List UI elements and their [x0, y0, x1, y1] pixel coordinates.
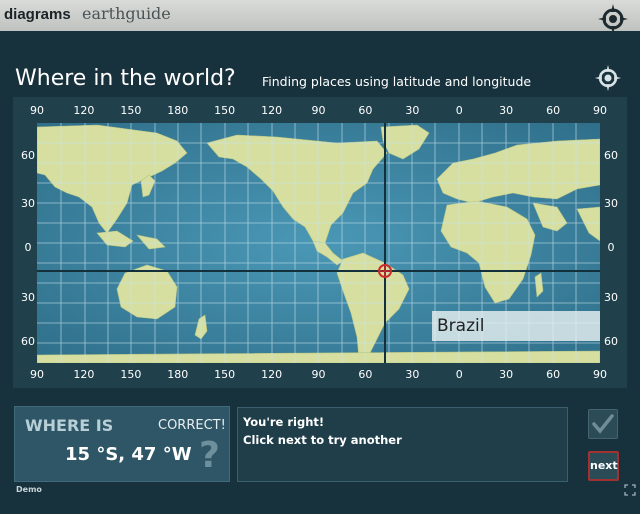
- compass-logo-icon[interactable]: [597, 3, 629, 35]
- longitude-tick-top: 60: [546, 104, 561, 117]
- longitude-tick-bottom: 180: [167, 368, 189, 381]
- page-title: Where in the world?: [15, 66, 236, 91]
- page-subtitle: Finding places using latitude and longit…: [262, 74, 532, 89]
- location-marker[interactable]: [378, 264, 392, 278]
- latitude-tick-right: 60: [604, 335, 618, 348]
- longitude-tick-top: 90: [593, 104, 607, 117]
- longitude-tick-top: 180: [167, 104, 189, 117]
- longitude-tick-bottom: 120: [73, 368, 95, 381]
- longitude-tick-top: 90: [30, 104, 44, 117]
- question-mark-icon[interactable]: ?: [199, 435, 220, 476]
- where-is-panel: WHERE IS CORRECT! 15 °S, 47 °W ?: [14, 406, 230, 482]
- longitude-tick-bottom: 150: [120, 368, 142, 381]
- longitude-tick-bottom: 90: [30, 368, 44, 381]
- compass-icon[interactable]: [594, 64, 622, 92]
- feedback-panel: You're right! Click next to try another: [237, 407, 568, 482]
- longitude-tick-bottom: 0: [455, 368, 463, 381]
- country-label: Brazil: [432, 311, 600, 341]
- longitude-tick-top: 0: [455, 104, 463, 117]
- next-button[interactable]: next: [588, 451, 619, 481]
- longitude-tick-bottom: 90: [593, 368, 607, 381]
- answer-status: CORRECT!: [158, 418, 226, 433]
- longitude-tick-bottom: 30: [405, 368, 420, 381]
- longitude-tick-top: 30: [499, 104, 514, 117]
- latitude-tick-right: 30: [604, 197, 618, 210]
- demo-label: Demo: [16, 485, 42, 494]
- feedback-line-1: You're right!: [243, 415, 325, 429]
- latitude-tick-right: 0: [607, 241, 615, 254]
- check-icon: [592, 414, 614, 434]
- longitude-tick-bottom: 60: [546, 368, 561, 381]
- longitude-tick-bottom: 150: [214, 368, 236, 381]
- longitude-tick-top: 120: [73, 104, 95, 117]
- latitude-tick-right: 30: [604, 291, 618, 304]
- longitude-tick-top: 120: [261, 104, 283, 117]
- where-is-title: WHERE IS: [25, 416, 114, 435]
- brand-earthguide[interactable]: earthguide: [82, 4, 171, 23]
- target-coordinates: 15 °S, 47 °W: [65, 444, 192, 465]
- latitude-tick-right: 60: [604, 149, 618, 162]
- longitude-tick-bottom: 90: [311, 368, 326, 381]
- expand-icon[interactable]: [624, 484, 636, 496]
- longitude-tick-top: 60: [358, 104, 373, 117]
- longitude-tick-bottom: 60: [358, 368, 373, 381]
- longitude-tick-top: 150: [214, 104, 236, 117]
- longitude-tick-bottom: 120: [261, 368, 283, 381]
- longitude-tick-top: 30: [405, 104, 420, 117]
- check-button[interactable]: [588, 409, 618, 439]
- feedback-line-2: Click next to try another: [243, 433, 402, 447]
- longitude-tick-top: 150: [120, 104, 142, 117]
- brand-diagrams[interactable]: diagrams: [4, 6, 71, 23]
- longitude-tick-bottom: 30: [499, 368, 514, 381]
- top-bar: diagrams earthguide: [0, 0, 640, 31]
- longitude-tick-top: 90: [311, 104, 326, 117]
